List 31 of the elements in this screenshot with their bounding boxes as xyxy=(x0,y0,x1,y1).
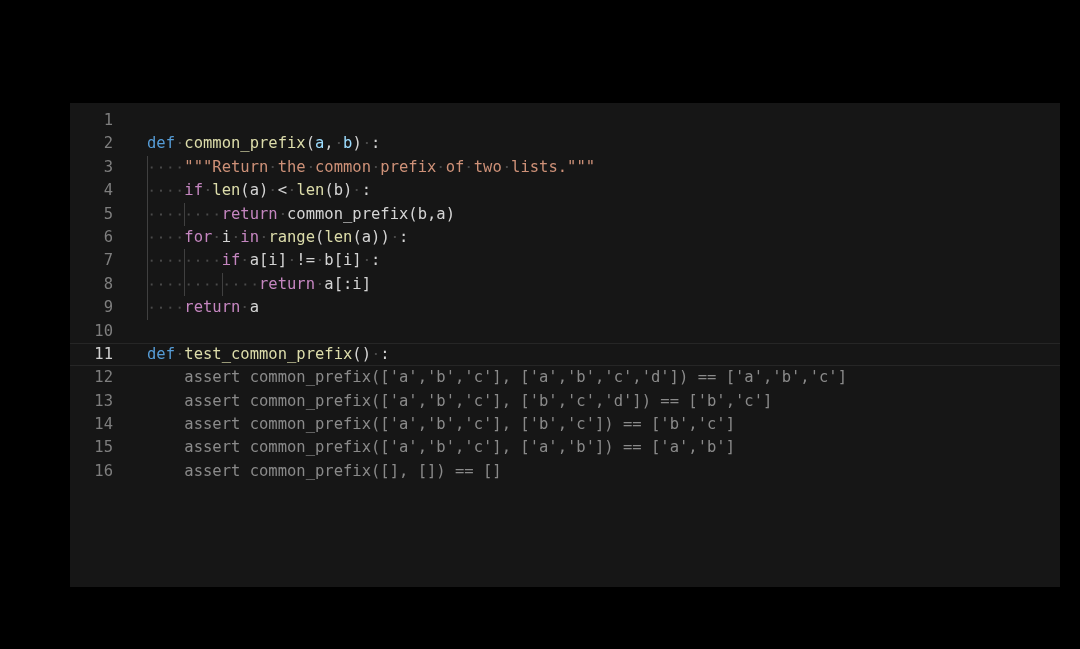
line-number: 12 xyxy=(93,367,113,389)
line-number: 4 xyxy=(102,180,113,202)
line-number: 16 xyxy=(93,460,113,482)
code-line: def test_common_prefix() : xyxy=(147,343,390,365)
line-number: 11 xyxy=(93,343,113,365)
line-number: 6 xyxy=(102,226,113,248)
line-number: 13 xyxy=(93,390,113,412)
code-line: if len(a) < len(b) : xyxy=(147,179,372,203)
code-line: return common_prefix(b,a) xyxy=(147,202,455,226)
suggestion-code-line: assert common_prefix(['a','b','c'], ['a','b','c','d']) == ['a','b','c'] xyxy=(183,367,847,389)
line-number: 2 xyxy=(102,133,113,155)
code-line: if a[i] != b[i] : xyxy=(147,249,381,273)
suggestion-code-line: assert common_prefix(['a','b','c'], ['a','b']) == ['a','b'] xyxy=(183,437,735,459)
line-number: 5 xyxy=(102,203,113,225)
line-number: 3 xyxy=(102,156,113,178)
line-number: 8 xyxy=(102,273,113,295)
suggestion-code-line: assert common_prefix(['a','b','c'], ['b','c']) == ['b','c'] xyxy=(183,414,735,436)
code-line: for i in range(len(a)) : xyxy=(147,225,409,250)
code-line: return a xyxy=(147,296,259,320)
code-line: """Return the common prefix of two lists.""" xyxy=(147,155,596,180)
code-line: def common_prefix(a, b) : xyxy=(147,133,381,155)
code-line: return a[:i] xyxy=(147,272,371,297)
line-number: 1 xyxy=(102,110,113,131)
suggestion-code-line: assert common_prefix(['a','b','c'], ['b','c','d']) == ['b','c'] xyxy=(183,390,773,412)
line-number: 7 xyxy=(102,250,113,272)
line-number: 14 xyxy=(93,414,113,436)
suggestion-code-line: assert common_prefix([], []) == [] xyxy=(183,460,502,482)
line-number: 9 xyxy=(102,297,113,319)
line-number: 15 xyxy=(93,437,113,459)
line-number: 10 xyxy=(93,320,113,342)
code-editor[interactable] xyxy=(70,103,1060,587)
